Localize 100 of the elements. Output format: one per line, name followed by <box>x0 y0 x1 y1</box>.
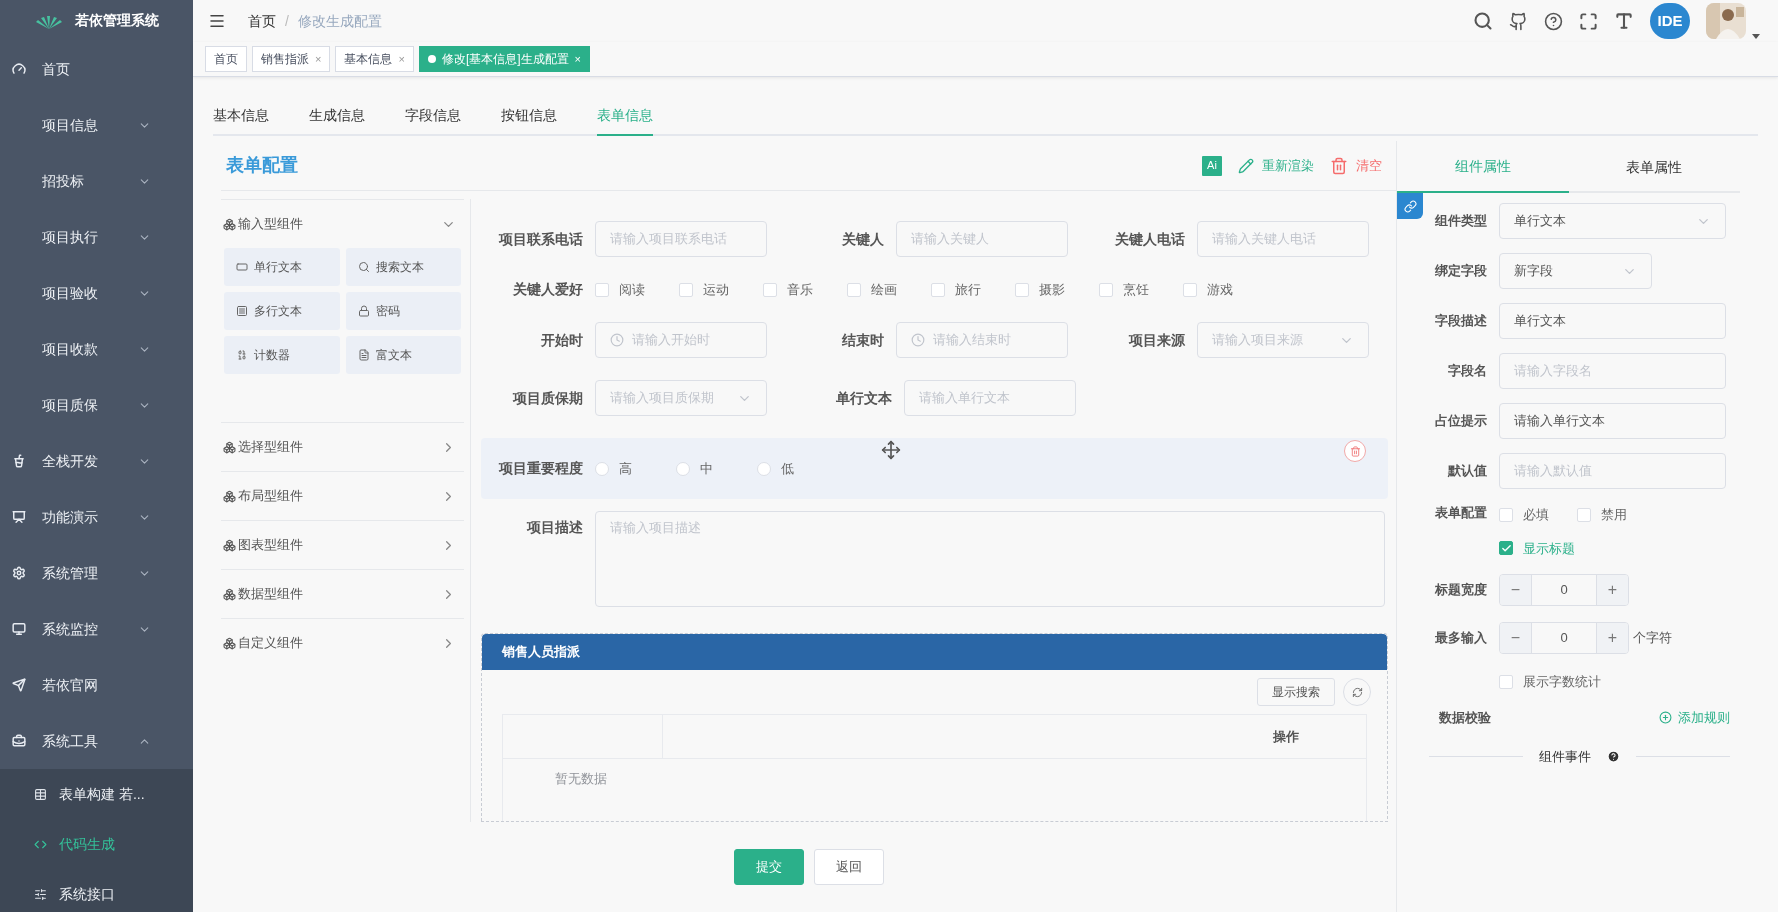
prop-label: 字段名 <box>1447 362 1487 381</box>
github-icon[interactable] <box>1509 11 1528 31</box>
sidebar-item[interactable]: 项目验收 <box>0 265 193 321</box>
font-size-icon[interactable] <box>1614 11 1634 31</box>
number-stepper[interactable]: − 0 + <box>1499 574 1629 606</box>
submenu-item[interactable]: 系统接口 <box>0 869 193 912</box>
component-icon <box>223 538 236 552</box>
sidebar-item[interactable]: 系统工具 <box>0 713 193 769</box>
checkbox-label: 展示字数统计 <box>1523 673 1601 691</box>
prop-label: 最多输入 <box>1434 629 1487 648</box>
input-field[interactable]: 单行文本 <box>1499 303 1726 339</box>
tab[interactable]: 生成信息 <box>309 96 365 136</box>
sidebar-item[interactable]: 招投标 <box>0 153 193 209</box>
breadcrumb-item: 修改生成配置 <box>297 11 382 31</box>
clock-icon <box>911 333 925 347</box>
sidebar-item[interactable]: 系统管理 <box>0 545 193 601</box>
increment-button[interactable]: + <box>1596 623 1628 653</box>
select-field[interactable]: 单行文本 <box>1499 203 1726 239</box>
component-group-header[interactable]: 图表型组件 <box>221 521 464 569</box>
submenu-item[interactable]: 表单构建 若... <box>0 769 193 819</box>
field-label: 项目联系电话 <box>497 229 584 249</box>
add-icon <box>1659 710 1672 724</box>
help-icon[interactable] <box>1544 11 1563 31</box>
component-group-header[interactable]: 布局型组件 <box>221 472 464 520</box>
fullscreen-icon[interactable] <box>1579 11 1598 31</box>
sidebar-item[interactable]: 全栈开发 <box>0 433 193 489</box>
selected-form-row[interactable]: 项目重要程度 高 中 低 <box>481 438 1388 499</box>
radio-button[interactable] <box>676 461 690 476</box>
sidebar-item[interactable]: 项目执行 <box>0 209 193 265</box>
decrement-button[interactable]: − <box>1500 623 1532 653</box>
sidebar-item[interactable]: 功能演示 <box>0 489 193 545</box>
sidebar-item[interactable]: 项目质保 <box>0 377 193 433</box>
radio-button[interactable] <box>595 461 609 476</box>
field-label: 项目重要程度 <box>497 459 584 478</box>
component-item[interactable]: 计数器 <box>224 336 340 374</box>
move-icon[interactable] <box>881 440 901 460</box>
panel-tab[interactable]: 表单属性 <box>1568 141 1740 193</box>
checkbox-label: 游戏 <box>1207 280 1233 299</box>
component-item[interactable]: 多行文本 <box>224 292 340 330</box>
field-label: 单行文本 <box>835 388 893 408</box>
sidebar-item[interactable]: 项目信息 <box>0 97 193 153</box>
back-button[interactable]: 返回 <box>813 849 884 885</box>
breadcrumb-separator: / <box>285 11 289 31</box>
checkbox-label: 运动 <box>703 280 729 299</box>
field-label: 开始时 <box>540 330 584 350</box>
tab[interactable]: 字段信息 <box>405 96 461 136</box>
panel-title: 表单配置 <box>226 154 298 177</box>
submenu-icon <box>34 887 47 901</box>
link-icon[interactable] <box>1397 193 1423 219</box>
checkbox-label: 摄影 <box>1039 280 1065 299</box>
checkbox-label: 禁用 <box>1601 506 1627 524</box>
select-field[interactable]: 新字段 <box>1499 253 1652 289</box>
clock-icon <box>610 333 624 347</box>
component-group-header[interactable]: 选择型组件 <box>221 423 464 471</box>
decrement-button[interactable]: − <box>1500 575 1532 605</box>
sidebar-item[interactable]: 首页 <box>0 41 193 97</box>
component-item[interactable]: 密码 <box>345 292 461 330</box>
ide-badge[interactable]: IDE <box>1650 3 1690 39</box>
component-icon <box>223 217 236 231</box>
component-group-header[interactable]: 自定义组件 <box>221 619 464 667</box>
tag[interactable]: 销售指派 × <box>252 46 331 72</box>
field-label: 项目来源 <box>1127 330 1186 350</box>
empty-text: 暂无数据 <box>555 770 607 789</box>
delete-icon[interactable] <box>1344 440 1366 462</box>
radio-label: 低 <box>781 459 794 478</box>
sidebar-item[interactable]: 项目收款 <box>0 321 193 377</box>
breadcrumb-item[interactable]: 首页 <box>248 10 276 32</box>
tag[interactable]: 首页 <box>205 46 247 72</box>
prop-label: 组件类型 <box>1434 212 1487 231</box>
caret-icon[interactable] <box>1752 34 1760 39</box>
checkbox[interactable] <box>1499 541 1513 556</box>
radio-button[interactable] <box>757 461 771 476</box>
input-field[interactable]: 请输入单行文本 <box>1499 403 1726 439</box>
increment-button[interactable]: + <box>1596 575 1628 605</box>
component-item[interactable]: 搜索文本 <box>345 248 461 286</box>
component-item[interactable]: 单行文本 <box>224 248 340 286</box>
field-label: 结束时 <box>841 330 885 350</box>
sidebar-item[interactable]: 若依官网 <box>0 657 193 713</box>
tab[interactable]: 按钮信息 <box>501 96 557 136</box>
field-label: 关键人电话 <box>1114 229 1186 249</box>
tab[interactable]: 基本信息 <box>213 96 269 136</box>
component-icon <box>223 489 236 503</box>
show-search-button[interactable]: 显示搜索 <box>1257 678 1335 706</box>
checkbox-label: 必填 <box>1523 506 1549 524</box>
prop-label: 标题宽度 <box>1434 581 1487 600</box>
search-icon[interactable] <box>1473 11 1493 31</box>
component-icon <box>357 349 370 361</box>
column-header: 操作 <box>1273 727 1299 746</box>
component-item[interactable]: 富文本 <box>345 336 461 374</box>
sidebar-item[interactable]: 系统监控 <box>0 601 193 657</box>
number-value: 0 <box>1559 581 1569 600</box>
component-icon <box>223 440 236 454</box>
app-title: 若依管理系统 <box>74 11 159 30</box>
submenu-item[interactable]: 代码生成 <box>0 819 193 869</box>
number-stepper[interactable]: − 0 + <box>1499 622 1629 654</box>
component-group-header[interactable]: 输入型组件 <box>221 200 464 248</box>
radio-label: 中 <box>700 459 713 478</box>
tag[interactable]: 基本信息 × <box>335 46 414 72</box>
component-group-header[interactable]: 数据型组件 <box>221 570 464 618</box>
trash-icon <box>1330 156 1348 175</box>
